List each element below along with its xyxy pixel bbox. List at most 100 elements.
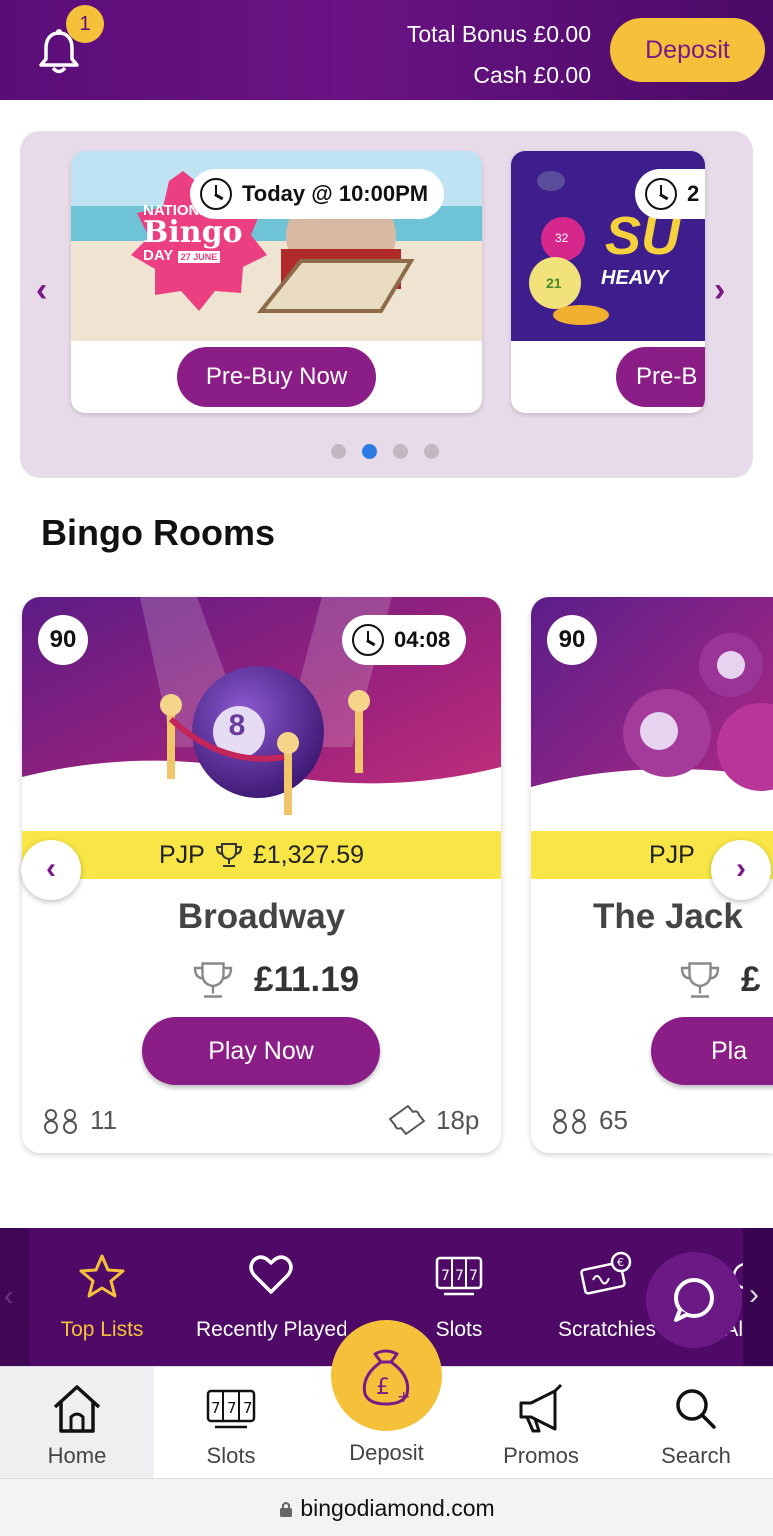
room-prize: £11.19 <box>192 959 359 1001</box>
carousel-next-arrow-icon[interactable]: › <box>714 271 725 310</box>
room-card-broadway[interactable]: 8 90 04:08 PJP £1,327.59 Broadway £11.19… <box>22 597 501 1153</box>
promo-art-word-3: DAY <box>143 247 174 264</box>
tab-label: Promos <box>503 1443 579 1468</box>
svg-text:7: 7 <box>469 1268 478 1284</box>
svg-text:7: 7 <box>455 1268 464 1284</box>
deposit-fab-button[interactable]: £ + <box>331 1320 442 1431</box>
promo-time-pill-2: 2 <box>635 169 705 219</box>
player-count: 11 <box>40 1105 117 1136</box>
category-top-lists[interactable]: Top Lists <box>56 1248 148 1342</box>
scratch-card-icon: € <box>580 1251 632 1295</box>
category-label: Recently Played <box>196 1318 346 1341</box>
svg-text:7: 7 <box>441 1268 450 1284</box>
category-next-edge[interactable]: › <box>743 1228 773 1366</box>
cash-balance-text: Cash £0.00 <box>473 62 591 88</box>
pjp-value: £1,327.59 <box>252 840 365 869</box>
pre-buy-button-2[interactable]: Pre-B <box>616 347 705 407</box>
player-count-text: 65 <box>599 1105 628 1135</box>
ball-type-badge: 90 <box>38 615 88 665</box>
trophy-icon <box>215 843 242 867</box>
pjp-jackpot-bar: PJP £1,327.59 <box>22 831 501 879</box>
ball-type-badge: 90 <box>547 615 597 665</box>
promo-art-ball-21: 21 <box>546 275 562 291</box>
category-label: Scratchies <box>557 1318 657 1341</box>
tab-deposit-label[interactable]: Deposit <box>331 1440 442 1466</box>
slot-machine-icon: 777 <box>435 1256 483 1296</box>
money-bag-icon: £ + <box>362 1349 410 1406</box>
live-chat-button[interactable] <box>646 1252 742 1348</box>
lock-icon <box>280 1502 293 1517</box>
tab-label: Home <box>47 1443 107 1468</box>
balance-summary: Total Bonus £0.00 Cash £0.00 <box>407 14 591 96</box>
clock-icon <box>352 624 384 656</box>
clock-icon <box>200 178 232 210</box>
carousel-prev-arrow-icon[interactable]: ‹ <box>36 271 47 310</box>
carousel-dot[interactable] <box>331 444 346 459</box>
play-now-button[interactable]: Pla <box>651 1017 773 1085</box>
svg-text:€: € <box>617 1256 624 1269</box>
promo-time-pill: Today @ 10:00PM <box>190 169 445 219</box>
carousel-dot[interactable] <box>393 444 408 459</box>
ticket-price-text: 18p <box>436 1104 480 1135</box>
players-icon <box>553 1108 586 1134</box>
header-deposit-button[interactable]: Deposit <box>610 18 765 82</box>
tab-slots[interactable]: 777 Slots <box>154 1367 308 1479</box>
player-count-text: 11 <box>90 1105 117 1135</box>
svg-text:7: 7 <box>227 1399 237 1417</box>
carousel-dot[interactable] <box>424 444 439 459</box>
prize-amount: £11.19 <box>254 960 360 999</box>
players-icon <box>44 1108 77 1134</box>
pjp-label: PJP <box>649 840 695 869</box>
tab-search[interactable]: Search <box>619 1367 773 1479</box>
play-now-button[interactable]: Play Now <box>142 1017 380 1085</box>
carousel-dots <box>331 444 439 459</box>
room-name: The Jack <box>593 897 743 936</box>
home-icon <box>53 1385 101 1433</box>
room-name: Broadway <box>177 897 346 936</box>
promo-art-date: 27 JUNE <box>177 251 221 263</box>
promo-carousel: ‹ NATIONAL Bingo DAY 27 JUNE Today @ 10:… <box>20 131 753 478</box>
player-count: 65 <box>549 1105 628 1136</box>
room-timer-text: 04:08 <box>394 627 451 652</box>
trophy-icon <box>680 962 720 998</box>
rooms-prev-arrow-icon[interactable]: ‹ <box>21 840 81 900</box>
rooms-next-arrow-icon[interactable]: › <box>711 840 771 900</box>
category-recently-played[interactable]: Recently Played <box>196 1248 346 1342</box>
room-prize: £ <box>679 959 760 1001</box>
promo-time-text-2: 2 <box>687 181 700 206</box>
promo-art-word-2: Bingo <box>143 215 243 250</box>
tab-promos[interactable]: Promos <box>464 1367 618 1479</box>
url-text: bingodiamond.com <box>300 1495 495 1521</box>
top-header: 1 Total Bonus £0.00 Cash £0.00 Deposit <box>0 0 773 100</box>
category-next-arrow-icon[interactable]: › <box>749 1278 759 1312</box>
prize-amount: £ <box>741 960 761 999</box>
clock-icon <box>645 178 677 210</box>
category-prev-edge[interactable]: ‹ <box>0 1228 30 1366</box>
browser-url-bar[interactable]: bingodiamond.com <box>0 1478 773 1536</box>
tab-label: Slots <box>206 1443 256 1468</box>
svg-text:7: 7 <box>211 1399 221 1417</box>
notification-count-badge: 1 <box>66 5 104 43</box>
search-icon <box>676 1389 716 1429</box>
ball-number: 8 <box>228 709 246 742</box>
heart-icon <box>249 1255 293 1294</box>
tab-home[interactable]: Home <box>0 1367 154 1479</box>
trophy-icon <box>193 962 233 998</box>
svg-text:7: 7 <box>243 1399 253 1417</box>
room-timer-pill: 04:08 <box>342 615 467 665</box>
category-prev-arrow-icon[interactable]: ‹ <box>4 1280 13 1312</box>
pjp-label: PJP <box>158 840 205 869</box>
star-icon <box>79 1254 125 1298</box>
promo-art-ball-32: 32 <box>555 231 569 245</box>
bingo-rooms-heading: Bingo Rooms <box>41 512 275 553</box>
carousel-dot-active[interactable] <box>362 444 377 459</box>
tab-label: Search <box>661 1443 731 1468</box>
total-bonus-text: Total Bonus £0.00 <box>406 21 591 47</box>
pre-buy-now-button[interactable]: Pre-Buy Now <box>177 347 376 407</box>
ticket-icon <box>389 1105 425 1135</box>
category-scratchies[interactable]: € Scratchies <box>553 1248 661 1342</box>
chat-bubble-icon <box>674 1278 714 1322</box>
promo-card-super-heavy[interactable]: SU HEAVY 32 21 2 Pre-B <box>511 151 705 413</box>
promo-card-national-bingo-day[interactable]: NATIONAL Bingo DAY 27 JUNE Today @ 10:00… <box>71 151 482 413</box>
ticket-price: 18p <box>386 1103 479 1137</box>
